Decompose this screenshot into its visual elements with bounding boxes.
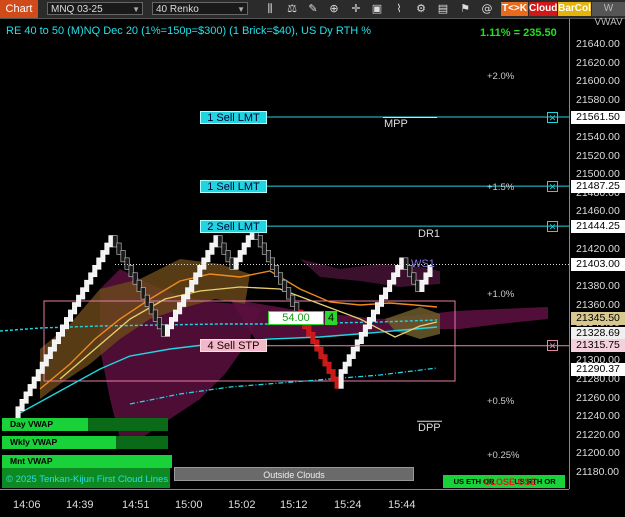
- price-axis-label: 21180.00: [576, 466, 620, 478]
- templates-icon[interactable]: ▤: [436, 2, 450, 16]
- price-axis-label: 21360.00: [576, 298, 620, 311]
- vwap-band: [116, 436, 168, 449]
- price-axis-label: 21200.00: [576, 447, 620, 460]
- cancel-order-icon[interactable]: ✕: [547, 220, 558, 232]
- pivot-label: WS1: [411, 257, 435, 270]
- zoom-in-icon[interactable]: ⊕: [327, 2, 341, 16]
- chevron-down-icon: ▼: [132, 5, 140, 14]
- price-axis-label: 21580.00: [576, 93, 620, 106]
- order-label-stop[interactable]: 4 Sell STP: [200, 339, 267, 353]
- price-marker: 21561.50: [571, 110, 625, 124]
- close-label: CLOSE OSE: [484, 477, 537, 487]
- price-marker: 21315.75: [571, 339, 625, 353]
- copyright-text: © 2025 Tenkan-Kijun First Cloud Lines: [6, 474, 169, 485]
- percent-level-label: +2.0%: [487, 70, 515, 82]
- chart-title: RE 40 to 50 (M)NQ Dec 20 (1%=150p=$300) …: [6, 25, 372, 37]
- indicators-icon[interactable]: ⌇: [392, 2, 406, 16]
- time-axis-label: 14:51: [122, 499, 150, 511]
- order-label-limit[interactable]: 1 Sell LMT: [200, 110, 267, 124]
- time-axis-label: 15:02: [228, 499, 256, 511]
- price-axis-label: 21240.00: [576, 410, 620, 423]
- crosshair-icon[interactable]: ✛: [349, 2, 363, 16]
- vwap-label: Mnt VWAP: [2, 455, 172, 468]
- price-axis-label: 21600.00: [576, 75, 620, 88]
- price-axis-label: 21640.00: [576, 38, 620, 50]
- time-axis-label: 14:06: [13, 499, 41, 511]
- chart-style-icon[interactable]: ⚖: [285, 2, 299, 16]
- price-marker: 21487.25: [571, 179, 625, 193]
- data-box-icon[interactable]: ▣: [370, 2, 384, 16]
- chevron-down-icon: ▼: [237, 5, 245, 14]
- order-label-limit[interactable]: 2 Sell LMT: [200, 219, 267, 233]
- price-axis-label: 21540.00: [576, 131, 620, 144]
- percent-level-label: +0.5%: [487, 396, 515, 408]
- cloud-toggle-button[interactable]: Cloud: [529, 2, 557, 16]
- properties-icon[interactable]: ⚑: [458, 2, 472, 16]
- order-label-limit[interactable]: 1 Sell LMT: [200, 179, 267, 193]
- chart-panel[interactable]: RE 40 to 50 (M)NQ Dec 20 (1%=150p=$300) …: [0, 19, 625, 511]
- time-axis-label: 14:39: [66, 499, 94, 511]
- price-marker: 21290.37: [571, 362, 625, 376]
- at-icon[interactable]: @: [480, 2, 494, 16]
- ninjatrader-chart-window: { "toolbar": { "chart_label": "Chart", "…: [0, 0, 625, 517]
- price-marker: 21345.50: [571, 311, 625, 325]
- vwap-label: Day VWAP: [2, 418, 88, 431]
- percent-level-label: +1.0%: [487, 289, 515, 301]
- outside-clouds-label: Outside Clouds: [174, 467, 414, 481]
- chart-toolbar: Chart MNQ 03-25 ▼ 40 Renko ▼ ⫼ ⚖ ✎ ⊕ ✛ ▣ ⌇…: [0, 0, 625, 28]
- barcol-toggle-button[interactable]: BarCol: [558, 2, 591, 16]
- price-axis-label: 21420.00: [576, 242, 620, 255]
- price-marker: 21328.69: [571, 327, 625, 341]
- bar-type-selector[interactable]: 40 Renko ▼: [152, 2, 248, 15]
- bar-type-value: 40 Renko: [156, 4, 199, 15]
- price-axis-label: 21620.00: [576, 56, 620, 69]
- cancel-order-icon[interactable]: ✕: [547, 340, 558, 352]
- cancel-order-icon[interactable]: ✕: [547, 180, 558, 192]
- position-qty[interactable]: 4: [325, 311, 337, 325]
- position-avg-price[interactable]: 54.00: [268, 311, 324, 325]
- vwap-label: Wkly VWAP: [2, 436, 116, 449]
- instrument-value: MNQ 03-25: [51, 4, 103, 15]
- pivot-label: DR1: [418, 227, 441, 240]
- price-axis-label: 21500.00: [576, 168, 620, 181]
- instrument-selector[interactable]: MNQ 03-25 ▼: [47, 2, 143, 15]
- chart-tab[interactable]: Chart: [0, 0, 38, 18]
- pct-readout: 1.11% = 235.50: [480, 27, 557, 39]
- vwave-toggle-button[interactable]: W VWAV: [592, 2, 625, 28]
- cancel-order-icon[interactable]: ✕: [547, 111, 558, 123]
- price-marker: 21444.25: [571, 219, 625, 233]
- time-axis-label: 15:12: [280, 499, 308, 511]
- percent-level-label: +1.5%: [487, 182, 515, 194]
- bar-style-icon[interactable]: ⫼: [263, 2, 277, 16]
- time-axis-label: 15:00: [175, 499, 203, 511]
- vwap-band: [88, 418, 168, 431]
- price-axis-label: 21260.00: [576, 391, 620, 404]
- pivot-label: DPP: [418, 422, 441, 435]
- tk-toggle-button[interactable]: T<>K: [501, 2, 528, 16]
- price-axis-label: 21460.00: [576, 205, 620, 218]
- percent-level-label: +0.25%: [487, 450, 520, 462]
- time-axis-label: 15:24: [334, 499, 362, 511]
- price-axis-label: 21520.00: [576, 149, 620, 162]
- price-axis-label: 21220.00: [576, 428, 620, 441]
- pivot-label: MPP: [384, 118, 408, 131]
- drawing-tool-icon[interactable]: ✎: [306, 2, 320, 16]
- price-axis-label: 21380.00: [576, 279, 620, 292]
- strategies-icon[interactable]: ⚙: [414, 2, 428, 16]
- time-axis-label: 15:44: [388, 499, 416, 511]
- price-marker: 21403.00: [571, 258, 625, 271]
